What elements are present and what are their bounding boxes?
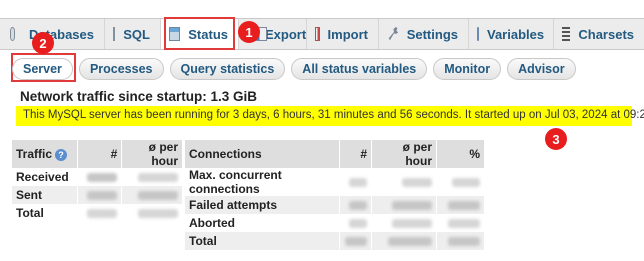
database-icon <box>10 27 15 41</box>
subtab-server[interactable]: Server <box>12 58 73 80</box>
subtab-processes[interactable]: Processes <box>78 58 164 80</box>
table-row: Sent <box>12 186 183 204</box>
sql-icon <box>113 27 116 41</box>
tab-charsets-label: Charsets <box>578 26 634 42</box>
redacted-value <box>436 168 485 196</box>
subtab-query-statistics[interactable]: Query statistics <box>169 58 286 80</box>
connections-header: Connections <box>185 140 341 168</box>
step-badge-3: 3 <box>545 128 567 150</box>
connections-table: Connections # ø per hour % Max. concurre… <box>185 140 485 250</box>
subtab-advisor[interactable]: Advisor <box>507 58 576 80</box>
traffic-received-label: Received <box>12 168 79 186</box>
tab-variables-label: Variables <box>487 26 545 42</box>
redacted-value <box>77 186 123 204</box>
traffic-per-hour-header: ø per hour <box>121 140 183 168</box>
redacted-value <box>121 204 183 222</box>
aborted-label: Aborted <box>185 214 341 232</box>
step-badge-1: 1 <box>238 21 260 43</box>
connections-per-hour-header: ø per hour <box>371 140 437 168</box>
network-traffic-heading: Network traffic since startup: 1.3 GiB <box>20 89 258 104</box>
tab-variables[interactable]: Variables <box>469 19 554 49</box>
table-row: Received <box>12 168 183 186</box>
tab-sql-label: SQL <box>123 26 150 42</box>
traffic-total-label: Total <box>12 204 79 222</box>
table-row: Failed attempts <box>185 196 485 214</box>
redacted-value <box>371 168 437 196</box>
redacted-value <box>339 232 373 250</box>
table-row: Max. concurrent connections <box>185 168 485 196</box>
tab-settings-label: Settings <box>406 26 458 42</box>
connections-total-label: Total <box>185 232 341 250</box>
table-row: Total <box>12 204 183 222</box>
traffic-count-header: # <box>77 140 123 168</box>
connections-percent-header: % <box>436 140 485 168</box>
redacted-value <box>339 196 373 214</box>
redacted-value <box>77 168 123 186</box>
traffic-header: Traffic? <box>12 140 79 168</box>
redacted-value <box>121 168 183 186</box>
variables-icon <box>477 27 479 41</box>
failed-attempts-label: Failed attempts <box>185 196 341 214</box>
redacted-value <box>371 232 437 250</box>
tab-sql[interactable]: SQL <box>105 19 161 49</box>
redacted-value <box>436 196 485 214</box>
max-concurrent-connections-label: Max. concurrent connections <box>185 168 341 196</box>
table-row: Aborted <box>185 214 485 232</box>
server-uptime-notice: This MySQL server has been running for 3… <box>16 106 644 126</box>
help-icon[interactable]: ? <box>55 148 68 161</box>
connections-count-header: # <box>339 140 373 168</box>
step-badge-2: 2 <box>32 32 54 54</box>
subtab-all-status-variables[interactable]: All status variables <box>291 58 428 80</box>
redacted-value <box>436 232 485 250</box>
charsets-icon <box>562 27 571 41</box>
redacted-value <box>371 196 437 214</box>
wrench-icon <box>388 27 399 41</box>
table-row: Total <box>185 232 485 250</box>
redacted-value <box>339 168 373 196</box>
import-icon <box>315 27 320 41</box>
traffic-table: Traffic? # ø per hour Received Sent Tota… <box>12 140 183 222</box>
redacted-value <box>436 214 485 232</box>
redacted-value <box>339 214 373 232</box>
traffic-header-label: Traffic <box>16 147 53 161</box>
tab-charsets[interactable]: Charsets <box>554 19 644 49</box>
subtab-monitor[interactable]: Monitor <box>433 58 502 80</box>
tab-import-label: Import <box>327 26 368 42</box>
tab-settings[interactable]: Settings <box>379 19 469 49</box>
redacted-value <box>77 204 123 222</box>
main-tab-bar: Databases SQL Status Export Import Setti… <box>0 18 644 50</box>
traffic-sent-label: Sent <box>12 186 79 204</box>
redacted-value <box>371 214 437 232</box>
tab-import[interactable]: Import <box>307 19 379 49</box>
status-subtabs: Server Processes Query statistics All st… <box>12 56 576 82</box>
tab-export-label: Export <box>265 26 307 42</box>
status-tab-highlight <box>164 17 235 50</box>
redacted-value <box>121 186 183 204</box>
